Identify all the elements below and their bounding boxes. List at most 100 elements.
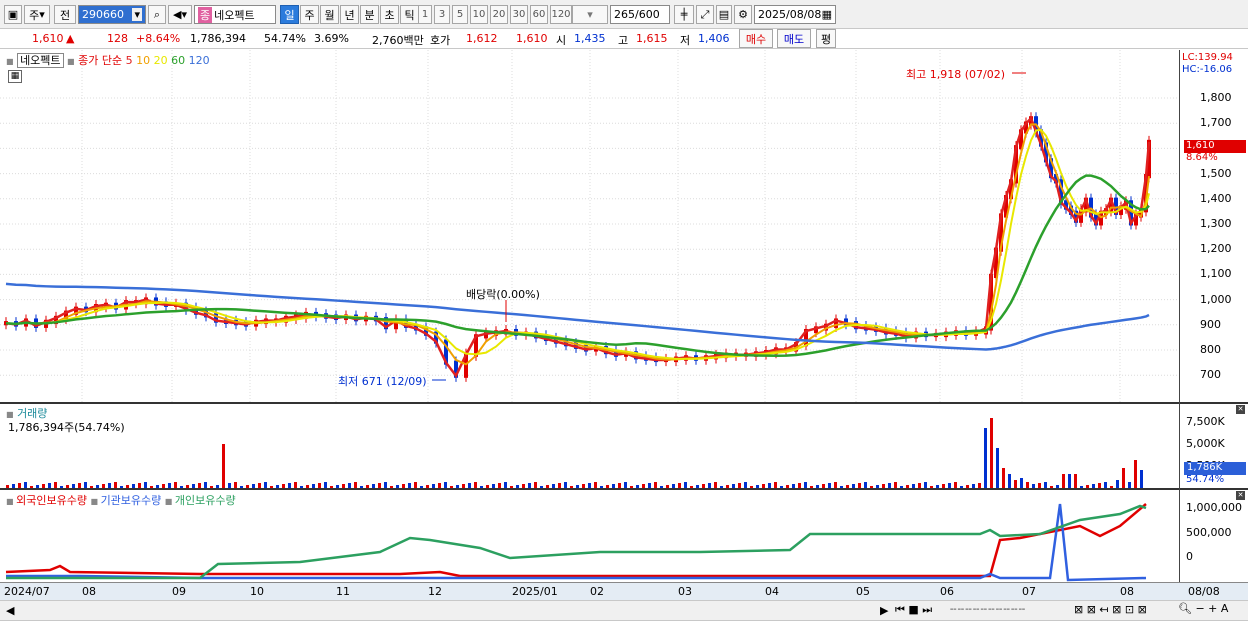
x-axis-label: 12 <box>428 585 442 598</box>
scroll-bar[interactable]: ◀ ▶ ⏮ ■ ⏭ ╌╌╌╌╌╌╌╌╌╌ ⊠ ⊠ ↤ ⊠ ⊡ ⊠ 🔍︎ − + … <box>0 601 1248 621</box>
price-change: 128 <box>107 32 128 45</box>
volume-chart <box>6 418 1143 488</box>
ma-period-label: 10 <box>136 54 154 67</box>
interval-button[interactable]: 3 <box>434 5 450 24</box>
holders-tick-label: 500,000 <box>1186 526 1232 539</box>
zoom-slider[interactable]: ╌╌╌╌╌╌╌╌╌╌ <box>950 603 1026 616</box>
x-axis-right-label: 08/08 <box>1188 585 1220 598</box>
ma-line <box>5 115 1151 379</box>
count-field[interactable]: 265/600 <box>610 5 670 24</box>
save-icon[interactable]: ▤ <box>716 5 732 24</box>
panel-close-icon[interactable]: ✕ <box>1236 405 1245 414</box>
open-price: 1,435 <box>574 32 606 45</box>
playback-controls[interactable]: ⏮ ■ ⏭ <box>895 603 932 617</box>
interval-button[interactable]: 20 <box>490 5 508 24</box>
interval-button[interactable]: 10 <box>470 5 488 24</box>
period-button[interactable]: 틱 <box>400 5 419 24</box>
code-value: 290660 <box>82 8 124 21</box>
x-axis-label: 2024/07 <box>4 585 50 598</box>
price-tick-label: 1,700 <box>1200 116 1232 130</box>
axis-divider <box>1179 50 1180 582</box>
volume-bar <box>222 444 225 488</box>
interval-dropdown[interactable]: ▾ <box>572 5 608 24</box>
period-button[interactable]: 년 <box>340 5 359 24</box>
toolbar: ▣ 주 ▾ 전 290660 ▾ ⌕ ◀▾ 종 네오펙트 일주월년분초틱 1 3 5 10 2… <box>0 0 1248 29</box>
volume-bar <box>1014 480 1017 488</box>
window-icon[interactable]: ▣ <box>4 5 22 24</box>
code-input[interactable]: 290660 ▾ <box>78 5 146 24</box>
volume-detail: 1,786,394주(54.74%) <box>8 421 125 434</box>
search-icon[interactable]: ⌕ <box>148 5 166 24</box>
price-tick-label: 1,300 <box>1200 217 1232 230</box>
volume-bar <box>1062 474 1065 488</box>
legend-bullet-icon: ■ <box>6 410 14 419</box>
interval-button[interactable]: 120 <box>550 5 572 24</box>
x-axis-label: 02 <box>590 585 604 598</box>
holders-series-label: 외국인보유수량 <box>16 494 91 507</box>
candle-type-icon[interactable]: ╪ <box>674 5 694 24</box>
price-tick-label: 1,200 <box>1200 242 1232 256</box>
ma-period-label: 5 <box>125 54 137 67</box>
count-max: /600 <box>635 8 660 21</box>
legend-bullet-icon: ■ <box>90 497 101 506</box>
low-label: 저 <box>680 34 691 47</box>
date-field[interactable]: 2025/08/08 ▦ <box>754 5 836 24</box>
avg-button[interactable]: 평 <box>816 29 836 48</box>
price-tick-label: 1,400 <box>1200 191 1232 205</box>
dropdown-icon[interactable]: ▾ <box>132 8 142 21</box>
ma-line <box>5 174 1150 357</box>
ma-period-label: 60 <box>171 54 189 67</box>
interval-button[interactable]: 1 <box>418 5 432 24</box>
price-tick-label: 1,100 <box>1200 267 1232 281</box>
draw-tool-icon[interactable]: ⤢ <box>696 5 714 24</box>
panel-close-icon[interactable]: ✕ <box>1236 491 1245 500</box>
volume-bar <box>1134 460 1137 488</box>
volume-bar <box>1068 474 1071 488</box>
period-button[interactable]: 월 <box>320 5 339 24</box>
current-price: 1,610 <box>32 32 64 45</box>
low-note: 최저 671 (12/09) <box>338 375 427 388</box>
chart-tools[interactable]: ⊠ ⊠ ↤ ⊠ ⊡ ⊠ <box>1074 603 1147 616</box>
trade-amount: 2,760백만 <box>372 34 424 47</box>
zoom-icons[interactable]: 🔍︎ − + A <box>1178 602 1228 615</box>
interval-button[interactable]: 5 <box>452 5 468 24</box>
low-price: 1,406 <box>698 32 730 45</box>
gear-icon[interactable]: ⚙ <box>734 5 752 24</box>
x-axis-label: 09 <box>172 585 186 598</box>
ma-period-label: 120 <box>188 54 210 67</box>
grid-toggle-icon[interactable]: ▦ <box>8 70 22 83</box>
price-tick-label: 1,800 <box>1200 91 1232 104</box>
up-arrow-icon: ▲ <box>66 32 75 45</box>
x-axis-label: 11 <box>336 585 350 598</box>
turnover-rate: 3.69% <box>314 32 349 45</box>
price-tick-label: 900 <box>1200 317 1221 331</box>
prev-button[interactable]: 전 <box>54 5 76 24</box>
interval-button[interactable]: 30 <box>510 5 528 24</box>
speaker-icon[interactable]: ◀▾ <box>168 5 192 24</box>
period-button[interactable]: 초 <box>380 5 399 24</box>
legend-bullet-icon: ■ <box>6 57 14 66</box>
stock-name-field[interactable]: 종 네오펙트 <box>194 5 276 24</box>
sell-button[interactable]: 매도 <box>777 29 811 48</box>
price-change-pct: +8.64% <box>136 32 181 45</box>
period-button[interactable]: 분 <box>360 5 379 24</box>
scroll-left-icon[interactable]: ◀ <box>6 604 14 617</box>
period-button[interactable]: 주 <box>300 5 319 24</box>
period-button[interactable]: 일 <box>280 5 299 24</box>
legend-stock-name[interactable]: 네오펙트 <box>17 53 64 68</box>
holders-axis: ✕ 1,000,000 500,000 0 <box>1180 490 1248 582</box>
last-pct-tag: 8.64% <box>1186 152 1218 163</box>
quote-bar: 1,610 ▲ 128 +8.64% 1,786,394 54.74% 3.69… <box>0 29 1248 49</box>
volume-tick-label: 5,000K <box>1186 437 1225 450</box>
interval-button[interactable]: 60 <box>530 5 548 24</box>
holders-panel: ■ 외국인보유수량 ■ 기관보유수량 ■ 개인보유수량 <box>0 490 1180 582</box>
ma-period-label: 20 <box>153 54 172 67</box>
type-select[interactable]: 주 ▾ <box>24 5 50 24</box>
x-axis-label: 04 <box>765 585 779 598</box>
scroll-right-icon[interactable]: ▶ <box>880 604 888 617</box>
calendar-icon[interactable]: ▦ <box>822 8 832 21</box>
x-axis-label: 07 <box>1022 585 1036 598</box>
x-axis-label: 05 <box>856 585 870 598</box>
x-axis: 2024/07 08 09 10 11 12 2025/01 02 03 04 05 06 07 08 0… <box>0 582 1248 601</box>
buy-button[interactable]: 매수 <box>739 29 773 48</box>
